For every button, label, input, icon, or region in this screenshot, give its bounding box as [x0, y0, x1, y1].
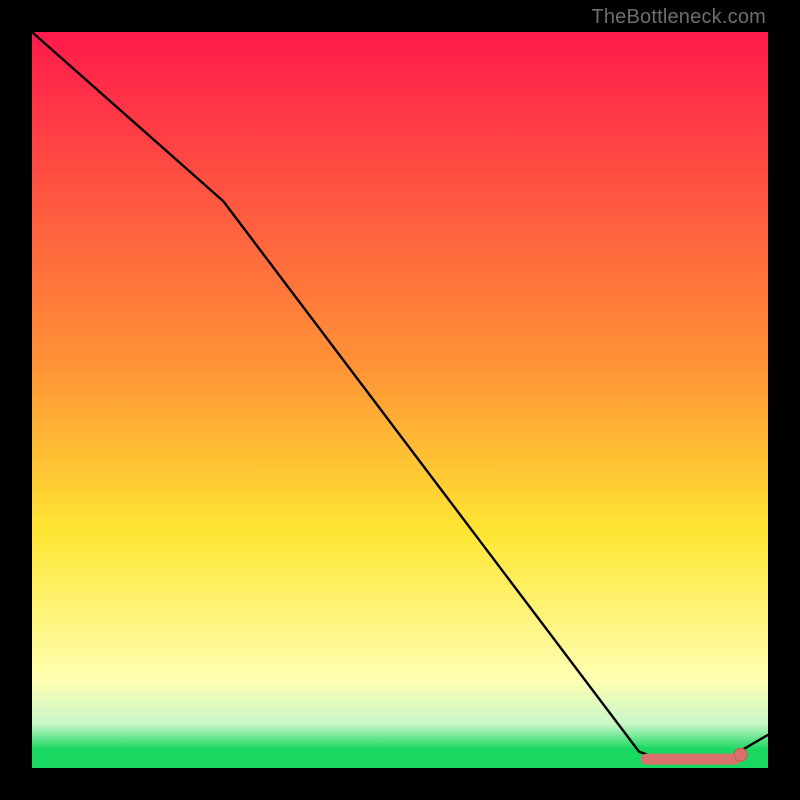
plot-area: [32, 32, 768, 768]
chart-svg: [32, 32, 768, 768]
watermark-text: TheBottleneck.com: [591, 6, 766, 29]
chart-canvas: TheBottleneck.com: [0, 0, 800, 800]
bottleneck-curve: [32, 32, 768, 761]
end-marker-point: [734, 748, 747, 761]
